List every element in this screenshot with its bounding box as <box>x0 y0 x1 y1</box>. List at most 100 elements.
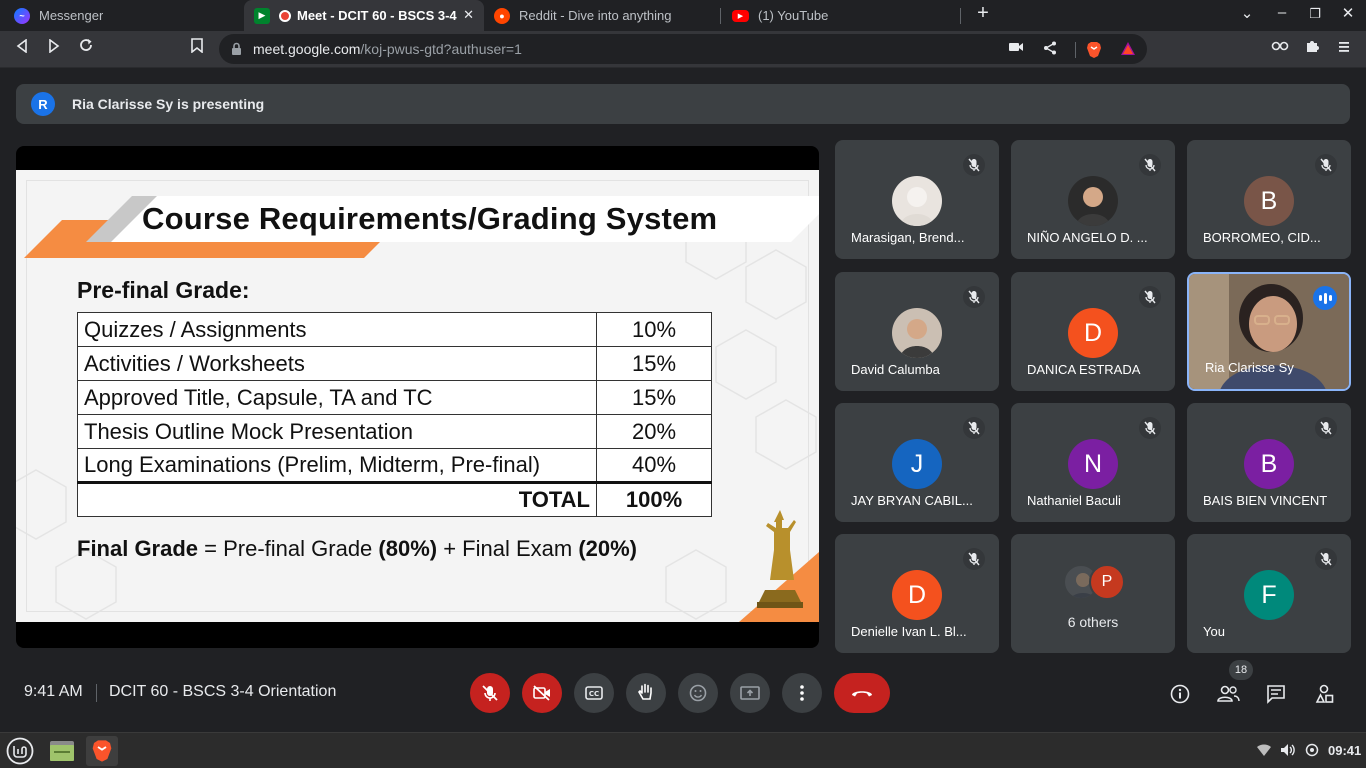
mic-off-icon <box>1139 286 1161 308</box>
reload-button[interactable] <box>74 37 98 61</box>
emoji-icon <box>689 684 707 702</box>
profile-avatar-icon[interactable] <box>1268 37 1292 61</box>
participant-tile[interactable]: B BORROMEO, CID... <box>1187 140 1351 259</box>
wifi-icon[interactable] <box>1256 743 1272 760</box>
camera-in-use-icon[interactable] <box>1007 41 1025 57</box>
maximize-button[interactable]: ❐ <box>1303 6 1327 22</box>
meeting-clock: 9:41 AM <box>24 683 83 700</box>
participant-tile[interactable]: Marasigan, Brend... <box>835 140 999 259</box>
camera-toggle-button[interactable] <box>522 673 562 713</box>
participant-tile[interactable]: D Denielle Ivan L. Bl... <box>835 534 999 653</box>
participant-name: Marasigan, Brend... <box>851 230 965 245</box>
control-divider <box>96 684 97 702</box>
hang-up-icon <box>852 691 872 697</box>
people-icon <box>1217 685 1240 702</box>
participant-tile[interactable]: J JAY BRYAN CABIL... <box>835 403 999 522</box>
statue-image <box>757 510 803 608</box>
reddit-icon: ● <box>494 7 510 24</box>
grade-weight: 20% <box>596 414 712 449</box>
avatar <box>892 308 942 358</box>
mic-off-icon <box>1315 548 1337 570</box>
meet-control-bar: 9:41 AM DCIT 60 - BSCS 3-4 Orientation C… <box>0 660 1366 732</box>
lock-icon[interactable] <box>231 42 242 61</box>
grading-table: Quizzes / Assignments 10% Activities / Wo… <box>77 312 712 517</box>
participant-tile[interactable]: B BAIS BIEN VINCENT <box>1187 403 1351 522</box>
bookmark-button[interactable] <box>185 37 209 61</box>
file-manager-icon[interactable] <box>46 736 78 766</box>
present-now-button[interactable] <box>730 673 770 713</box>
participant-tile[interactable]: NIÑO ANGELO D. ... <box>1011 140 1175 259</box>
participant-tile[interactable]: P 6 others <box>1011 534 1175 653</box>
avatar: J <box>892 439 942 489</box>
svg-text:CC: CC <box>589 690 599 698</box>
more-options-button[interactable] <box>782 673 822 713</box>
linux-mint-menu-icon[interactable] <box>4 736 36 766</box>
participant-tile[interactable]: N Nathaniel Baculi <box>1011 403 1175 522</box>
mic-off-icon <box>1315 154 1337 176</box>
raise-hand-icon <box>638 683 652 700</box>
tab-youtube[interactable]: ▶ (1) YouTube <box>722 0 958 31</box>
meeting-details-button[interactable] <box>1168 682 1192 706</box>
slide-title: Course Requirements/Grading System <box>142 201 718 236</box>
info-icon <box>1170 684 1190 704</box>
tab-meet[interactable]: ▶ Meet - DCIT 60 - BSCS 3-4 Or ✕ <box>244 0 484 31</box>
slide: Course Requirements/Grading System Pre-f… <box>16 170 819 622</box>
participant-name: BAIS BIEN VINCENT <box>1203 493 1328 508</box>
leave-call-button[interactable] <box>834 673 890 713</box>
chat-icon <box>1267 685 1285 704</box>
extensions-icon[interactable] <box>1300 37 1324 61</box>
speaking-indicator-icon <box>1313 286 1337 310</box>
google-meet-icon: ▶ <box>254 7 270 24</box>
participant-name: JAY BRYAN CABIL... <box>851 493 973 508</box>
presentation-stage[interactable]: Course Requirements/Grading System Pre-f… <box>16 146 819 648</box>
emoji-reactions-button[interactable] <box>678 673 718 713</box>
tab-search-chevron-icon[interactable]: ⌄ <box>1235 4 1259 22</box>
menu-icon[interactable] <box>1332 37 1356 61</box>
tab-divider <box>960 8 961 24</box>
new-tab-button[interactable]: + <box>971 2 995 25</box>
participant-tile[interactable]: Ria Clarisse Sy <box>1187 272 1351 391</box>
chat-button[interactable] <box>1264 682 1288 706</box>
back-button[interactable] <box>10 37 34 61</box>
brave-browser-taskbar-icon[interactable] <box>86 736 118 766</box>
closed-captions-icon: CC <box>585 686 603 700</box>
final-grade-formula: Final Grade = Pre-final Grade (80%) + Fi… <box>77 536 638 561</box>
volume-icon[interactable] <box>1280 743 1296 760</box>
brave-rewards-icon[interactable] <box>1119 41 1137 57</box>
show-everyone-button[interactable] <box>1216 682 1240 706</box>
table-row: Activities / Worksheets 15% <box>77 346 712 381</box>
tab-reddit[interactable]: ● Reddit - Dive into anything <box>484 0 720 31</box>
taskbar-clock[interactable]: 09:41 <box>1328 743 1361 758</box>
grade-weight: 15% <box>596 346 712 381</box>
mic-off-icon <box>963 548 985 570</box>
participant-tile[interactable]: D DANICA ESTRADA <box>1011 272 1175 391</box>
close-tab-icon[interactable]: ✕ <box>463 7 474 23</box>
power-status-icon[interactable] <box>1305 743 1319 760</box>
address-bar[interactable]: meet.google.com/koj-pwus-gtd?authuser=1 <box>219 34 1147 64</box>
grade-item: Approved Title, Capsule, TA and TC <box>77 380 597 415</box>
grade-item: Long Examinations (Prelim, Midterm, Pre-… <box>77 448 597 483</box>
avatar: B <box>1244 439 1294 489</box>
activities-button[interactable] <box>1312 682 1336 706</box>
tab-messenger[interactable]: ~ Messenger <box>4 0 242 31</box>
forward-button[interactable] <box>42 37 66 61</box>
raise-hand-button[interactable] <box>626 673 666 713</box>
share-icon[interactable] <box>1041 41 1059 57</box>
mic-toggle-button[interactable] <box>470 673 510 713</box>
tab-divider <box>720 8 721 24</box>
presenter-avatar: R <box>31 92 55 116</box>
forward-icon <box>49 38 60 54</box>
mic-off-icon <box>1139 417 1161 439</box>
bookmark-icon <box>191 38 203 54</box>
minimize-button[interactable]: – <box>1270 4 1294 21</box>
total-label: TOTAL <box>77 481 597 517</box>
grade-weight: 40% <box>596 448 712 483</box>
avatar <box>1068 176 1118 226</box>
brave-shields-icon[interactable] <box>1085 41 1103 58</box>
participant-tile[interactable]: F You <box>1187 534 1351 653</box>
captions-button[interactable]: CC <box>574 673 614 713</box>
others-avatar-stack: P <box>1063 564 1127 600</box>
participant-name: Denielle Ivan L. Bl... <box>851 624 967 639</box>
participant-tile[interactable]: David Calumba <box>835 272 999 391</box>
close-window-button[interactable]: ✕ <box>1336 4 1360 22</box>
